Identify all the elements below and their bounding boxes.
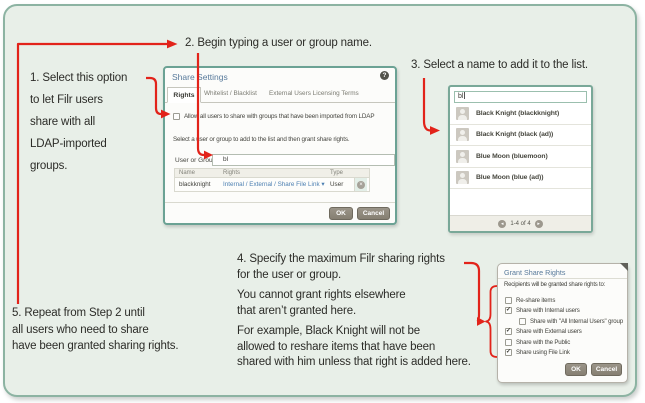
annotation-line: You cannot grant rights elsewhere bbox=[237, 288, 471, 304]
annotation-line: to let Filr users bbox=[30, 89, 127, 111]
dialog-footer: OK Cancel bbox=[565, 363, 622, 376]
option-share-internal-users[interactable]: ✓ Share with Internal users bbox=[505, 306, 623, 317]
re-share-items-checkbox[interactable] bbox=[505, 297, 512, 304]
name-picker-list: Black Knight (blackknight) Black Knight … bbox=[450, 103, 591, 189]
option-label: Share with "All Internal Users" group bbox=[530, 318, 623, 325]
annotation-line: groups. bbox=[30, 155, 127, 177]
name-picker-item[interactable]: Blue Moon (blue (ad)) bbox=[450, 168, 591, 190]
option-share-external-users[interactable]: ✓ Share with External users bbox=[505, 327, 623, 338]
name-search-input[interactable]: bl bbox=[454, 91, 587, 103]
option-label: Share with the Public bbox=[516, 339, 570, 346]
column-header-rights: Rights bbox=[223, 170, 330, 176]
dialog-footer: OK Cancel bbox=[165, 202, 395, 223]
share-using-file-link-checkbox[interactable]: ✓ bbox=[505, 349, 512, 356]
option-share-with-public[interactable]: Share with the Public bbox=[505, 337, 623, 348]
pagination-bar: ◂ 1-4 of 4 ▸ bbox=[450, 215, 591, 231]
cancel-button[interactable]: Cancel bbox=[357, 207, 390, 220]
name-picker-item[interactable]: Black Knight (black (ad)) bbox=[450, 125, 591, 147]
annotation-line: LDAP-imported bbox=[30, 133, 127, 155]
ldap-groups-checkbox[interactable] bbox=[173, 113, 180, 120]
option-share-all-internal-users-group[interactable]: Share with "All Internal Users" group bbox=[505, 316, 623, 327]
name-picker-item[interactable]: Blue Moon (bluemoon) bbox=[450, 146, 591, 168]
share-external-users-checkbox[interactable]: ✓ bbox=[505, 328, 512, 335]
divider bbox=[498, 278, 627, 279]
column-header-type: Type bbox=[330, 170, 354, 176]
user-avatar-icon bbox=[456, 171, 469, 184]
cancel-button[interactable]: Cancel bbox=[591, 363, 622, 376]
annotation-step-2: 2. Begin typing a user or group name. bbox=[185, 37, 372, 49]
name-picker-item-label: Black Knight (blackknight) bbox=[476, 110, 559, 117]
user-avatar-icon bbox=[456, 150, 469, 163]
user-avatar-icon bbox=[456, 128, 469, 141]
share-internal-users-checkbox[interactable]: ✓ bbox=[505, 307, 512, 314]
tab-rights[interactable]: Rights bbox=[167, 87, 201, 103]
dialog-title: Grant Share Rights bbox=[504, 268, 566, 277]
annotation-line: 5. Repeat from Step 2 until bbox=[12, 305, 178, 322]
grant-intro-text: Recipients will be granted share rights … bbox=[504, 282, 605, 288]
tab-bar: Rights Whitelist / Blacklist External Us… bbox=[165, 68, 395, 103]
annotation-line: allowed to reshare items that have been bbox=[237, 340, 471, 356]
cell-type: User bbox=[330, 181, 354, 188]
annotation-line: for the user or group. bbox=[237, 268, 471, 284]
user-avatar-icon bbox=[456, 107, 469, 120]
tab-whitelist-blacklist[interactable]: Whitelist / Blacklist bbox=[204, 90, 257, 97]
all-internal-users-group-checkbox[interactable] bbox=[519, 318, 526, 325]
annotation-line: 1. Select this option bbox=[30, 67, 127, 89]
annotation-paragraph: You cannot grant rights elsewhere that a… bbox=[237, 288, 471, 319]
annotation-line: all users who need to share bbox=[12, 322, 178, 339]
table-row: blackknight Internal / External / Share … bbox=[174, 178, 370, 192]
name-picker-item-label: Blue Moon (bluemoon) bbox=[476, 153, 548, 160]
table-header-row: Name Rights Type bbox=[174, 168, 370, 178]
option-re-share-items[interactable]: Re-share items bbox=[505, 295, 623, 306]
rights-dropdown-link[interactable]: Internal / External / Share File Link ▾ bbox=[223, 181, 325, 188]
option-label: Re-share items bbox=[516, 297, 555, 304]
cell-user-name: blackknight bbox=[175, 181, 223, 188]
ldap-groups-option: Allow all users to share with groups tha… bbox=[173, 113, 374, 120]
page-fold-decoration bbox=[620, 263, 628, 271]
prev-page-icon[interactable]: ◂ bbox=[498, 220, 506, 228]
remove-user-icon[interactable]: × bbox=[357, 181, 365, 189]
user-or-group-input[interactable]: bl bbox=[212, 154, 395, 166]
share-rights-table: Name Rights Type blackknight Internal / … bbox=[174, 168, 370, 192]
annotation-line: For example, Black Knight will not be bbox=[237, 324, 471, 340]
share-with-public-checkbox[interactable] bbox=[505, 339, 512, 346]
name-picker-item-label: Black Knight (black (ad)) bbox=[476, 131, 553, 138]
tab-external-users-licensing-terms[interactable]: External Users Licensing Terms bbox=[269, 90, 359, 97]
annotation-step-4: 4. Specify the maximum Filr sharing righ… bbox=[237, 252, 471, 376]
annotation-line: have been granted sharing rights. bbox=[12, 338, 178, 355]
ok-button[interactable]: OK bbox=[565, 363, 587, 376]
pagination-count: 1-4 of 4 bbox=[510, 221, 530, 227]
share-instruction-text: Select a user or group to add to the lis… bbox=[173, 136, 349, 143]
text-cursor bbox=[464, 92, 465, 99]
column-header-name: Name bbox=[175, 170, 223, 176]
figure-canvas: 1. Select this option to let Filr users … bbox=[0, 0, 645, 403]
annotation-step-1: 1. Select this option to let Filr users … bbox=[30, 67, 127, 177]
ok-button[interactable]: OK bbox=[329, 207, 353, 220]
annotation-line: share with all bbox=[30, 111, 127, 133]
annotation-line: 4. Specify the maximum Filr sharing righ… bbox=[237, 252, 471, 268]
annotation-step-3: 3. Select a name to add it to the list. bbox=[411, 59, 588, 71]
annotation-paragraph: 4. Specify the maximum Filr sharing righ… bbox=[237, 252, 471, 283]
next-page-icon[interactable]: ▸ bbox=[535, 220, 543, 228]
name-picker-item[interactable]: Black Knight (blackknight) bbox=[450, 103, 591, 125]
annotation-line: that aren’t granted here. bbox=[237, 304, 471, 320]
option-share-using-file-link[interactable]: ✓ Share using File Link bbox=[505, 348, 623, 359]
grant-share-rights-dialog: Grant Share Rights Recipients will be gr… bbox=[497, 263, 628, 383]
name-search-value: bl bbox=[458, 93, 463, 100]
name-picker-popup: bl Black Knight (blackknight) Black Knig… bbox=[448, 85, 593, 233]
annotation-line: shared with him unless that right is add… bbox=[237, 355, 471, 371]
option-label: Share with Internal users bbox=[516, 307, 580, 314]
option-label: Share using File Link bbox=[516, 349, 570, 356]
share-settings-dialog: Share Settings ? Rights Whitelist / Blac… bbox=[163, 66, 397, 225]
ldap-groups-checkbox-label: Allow all users to share with groups tha… bbox=[184, 113, 374, 120]
caret-down-icon: ▾ bbox=[321, 181, 324, 188]
cell-rights: Internal / External / Share File Link ▾ bbox=[223, 181, 330, 188]
option-label: Share with External users bbox=[516, 328, 582, 335]
name-picker-item-label: Blue Moon (blue (ad)) bbox=[476, 174, 543, 181]
share-rights-options: Re-share items ✓ Share with Internal use… bbox=[505, 295, 623, 358]
annotation-step-5: 5. Repeat from Step 2 until all users wh… bbox=[12, 305, 178, 355]
cell-remove: × bbox=[354, 178, 367, 191]
annotation-paragraph: For example, Black Knight will not be al… bbox=[237, 324, 471, 371]
